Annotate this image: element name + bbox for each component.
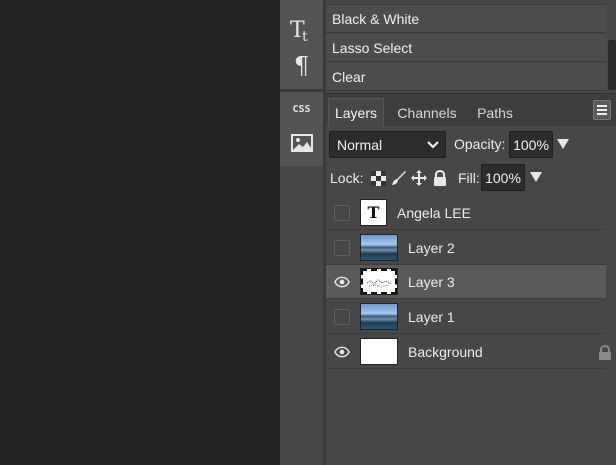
text-layer-glyph: T <box>367 203 380 222</box>
history-item-label: Clear <box>332 68 366 85</box>
layer-name: Layer 1 <box>408 309 455 325</box>
history-scrollbar[interactable] <box>608 40 616 90</box>
opacity-input[interactable]: 100% <box>509 131 553 158</box>
panel-menu-icon[interactable] <box>593 100 611 120</box>
eye-icon[interactable] <box>334 344 350 360</box>
canvas-workspace[interactable] <box>0 0 280 465</box>
opacity-value: 100% <box>513 136 549 153</box>
layers-list: T Angela LEE Layer 2 Layer 3 Layer 1 Bac… <box>326 196 616 465</box>
fill-value: 100% <box>485 169 521 186</box>
chevron-down-icon <box>427 141 439 149</box>
blend-mode-value: Normal <box>337 136 383 153</box>
tab-label: Layers <box>334 105 378 121</box>
tool-strip: T t ¶ CSS <box>280 0 323 465</box>
tab-label: Channels <box>397 104 457 121</box>
layer-thumbnail <box>360 303 398 330</box>
svg-text:t: t <box>302 29 308 43</box>
layer-row[interactable]: Layer 1 <box>326 300 606 334</box>
layer-thumbnail <box>360 234 398 261</box>
layer-row[interactable]: T Angela LEE <box>326 196 606 230</box>
layer-row[interactable]: Layer 3 <box>326 265 606 299</box>
blend-row: Normal Opacity: 100% <box>326 126 616 162</box>
history-item[interactable]: Clear <box>326 63 606 91</box>
history-item[interactable]: Lasso Select <box>326 34 606 62</box>
layer-row[interactable]: Background <box>326 335 611 369</box>
layers-tabbar: Layers Channels Paths <box>326 93 616 127</box>
tab-channels[interactable]: Channels <box>392 98 462 127</box>
history-item-label: Black & White <box>332 10 420 27</box>
lock-label: Lock: <box>330 170 364 186</box>
layer-name: Angela LEE <box>397 205 471 221</box>
type-tool-icon[interactable]: T t <box>280 14 323 46</box>
image-icon[interactable] <box>280 130 323 156</box>
layer-lock-icon <box>599 345 611 360</box>
visibility-toggle[interactable] <box>334 309 350 325</box>
paragraph-icon[interactable]: ¶ <box>280 50 323 82</box>
tab-layers[interactable]: Layers <box>328 98 384 127</box>
lock-transparency-icon[interactable] <box>370 170 386 186</box>
blend-mode-select[interactable]: Normal <box>329 131 446 158</box>
visibility-toggle[interactable] <box>334 205 350 221</box>
history-item-label: Lasso Select <box>332 39 413 56</box>
text-tools-group: T t ¶ <box>280 0 323 89</box>
opacity-label: Opacity: <box>454 136 506 152</box>
layer-name: Layer 3 <box>408 274 455 290</box>
lock-all-icon[interactable] <box>432 170 448 186</box>
history-item[interactable]: Black & White <box>326 5 606 33</box>
eye-icon[interactable] <box>334 274 350 290</box>
misc-tools-group: CSS <box>280 92 323 166</box>
lock-pixels-icon[interactable] <box>391 170 407 186</box>
opacity-dropdown-icon[interactable] <box>557 139 569 149</box>
history-panel: Black & White Lasso Select Clear <box>326 0 616 93</box>
lock-position-icon[interactable] <box>411 170 427 186</box>
layer-thumbnail <box>360 338 398 365</box>
fill-dropdown-icon[interactable] <box>530 172 542 182</box>
layer-row[interactable]: Layer 2 <box>326 231 606 265</box>
layer-name: Layer 2 <box>408 240 455 256</box>
right-panel: Black & White Lasso Select Clear Layers … <box>326 0 616 465</box>
fill-label: Fill: <box>458 170 480 186</box>
fill-input[interactable]: 100% <box>481 164 525 191</box>
visibility-toggle[interactable] <box>334 240 350 256</box>
css-icon[interactable]: CSS <box>280 98 323 120</box>
lock-row: Lock: Fill: 100% <box>326 162 616 196</box>
layer-thumbnail <box>360 268 398 295</box>
layer-name: Background <box>408 344 483 360</box>
text-layer-thumbnail: T <box>360 199 387 226</box>
tab-label: Paths <box>477 104 513 121</box>
tab-paths[interactable]: Paths <box>472 98 518 127</box>
